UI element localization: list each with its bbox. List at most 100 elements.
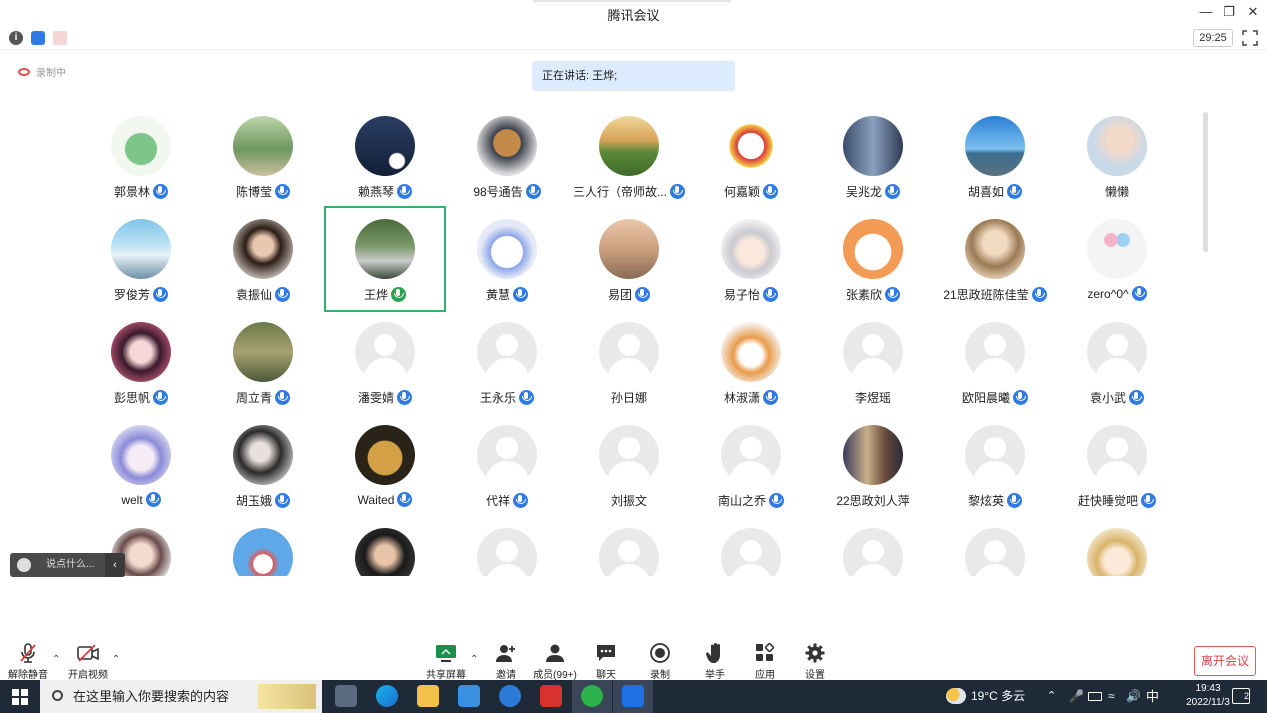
participant-tile[interactable]: 郭景林 (80, 112, 202, 215)
participant-tile[interactable]: 周立青 (202, 318, 324, 421)
participant-tile[interactable]: 懒懒 (1056, 112, 1178, 215)
cloudy-weather-icon[interactable] (946, 688, 966, 704)
participant-tile[interactable] (812, 524, 934, 576)
participant-tile[interactable] (1056, 524, 1178, 576)
taskbar-search-box[interactable]: 在这里输入你要搜索的内容 (40, 680, 322, 713)
participant-tile[interactable] (690, 524, 812, 576)
collapse-chevron-icon[interactable]: ‹ (105, 553, 125, 577)
participant-tile[interactable] (446, 524, 568, 576)
participant-name-row: welt (80, 492, 202, 507)
audio-options-chevron-icon[interactable]: ⌃ (52, 654, 60, 665)
participant-name: 易团 (607, 288, 632, 302)
participant-tile[interactable]: 罗俊芳 (80, 215, 202, 318)
participant-tile[interactable]: 袁小武 (1056, 318, 1178, 421)
chat-quick-input[interactable]: 说点什么... ‹ (10, 553, 125, 577)
participant-tile[interactable]: welt (80, 421, 202, 524)
participant-tile[interactable]: 21思政班陈佳莹 (934, 215, 1056, 318)
grid-scrollbar[interactable] (1203, 112, 1208, 252)
participant-tile[interactable] (568, 524, 690, 576)
mail-app-icon[interactable] (458, 685, 480, 707)
volume-icon[interactable]: 🔊 (1126, 680, 1141, 713)
avatar (111, 322, 171, 382)
close-icon[interactable]: ✕ (1243, 4, 1263, 20)
members-button[interactable]: 成员(99+) (529, 642, 581, 681)
weather-text[interactable]: 19°C 多云 (971, 680, 1025, 713)
participant-tile[interactable]: 潘雯婧 (324, 318, 446, 421)
ie-browser-icon[interactable] (499, 685, 521, 707)
share-options-chevron-icon[interactable]: ⌃ (470, 654, 478, 665)
participant-tile[interactable]: 胡喜如 (934, 112, 1056, 215)
share-screen-button[interactable]: 共享屏幕 (420, 642, 472, 681)
participant-name-row: 易子怡 (690, 286, 812, 303)
participant-tile[interactable]: 袁振仙 (202, 215, 324, 318)
file-explorer-icon[interactable] (417, 685, 439, 707)
participant-tile[interactable]: 赶快睡觉吧 (1056, 421, 1178, 524)
notification-center-icon[interactable]: 2 (1232, 688, 1250, 704)
fullscreen-icon[interactable] (1242, 30, 1258, 46)
participant-tile[interactable]: 张素欣 (812, 215, 934, 318)
participant-tile[interactable]: Waited (324, 421, 446, 524)
participant-tile[interactable]: 陈博莹 (202, 112, 324, 215)
participant-tile[interactable]: 王永乐 (446, 318, 568, 421)
wifi-icon[interactable]: ≈ (1108, 680, 1115, 713)
participant-tile[interactable]: 彭思帆 (80, 318, 202, 421)
raise-hand-button[interactable]: 举手 (689, 642, 741, 681)
taskview-app-icon[interactable] (335, 685, 357, 707)
edge-browser-icon[interactable] (376, 685, 398, 707)
chat-button[interactable]: 聊天 (580, 642, 632, 681)
participant-name-row: 98号通告 (446, 183, 568, 200)
apps-grid-icon (756, 642, 775, 661)
signal-icon[interactable] (53, 31, 67, 45)
participant-tile[interactable]: 吴兆龙 (812, 112, 934, 215)
participant-tile[interactable]: 欧阳晨曦 (934, 318, 1056, 421)
participant-tile[interactable] (934, 524, 1056, 576)
invite-button[interactable]: 邀请 (480, 642, 532, 681)
battery-icon[interactable] (1088, 692, 1102, 701)
participant-tile[interactable]: 林淑潇 (690, 318, 812, 421)
participant-tile[interactable]: 王烨 (324, 206, 446, 318)
participant-tile[interactable]: 易子怡 (690, 215, 812, 318)
taskbar-clock[interactable]: 19:43 2022/11/3 (1178, 682, 1238, 710)
participant-name: 林淑潇 (723, 391, 760, 405)
participant-tile[interactable]: zero^0^ (1056, 215, 1178, 318)
unmute-button[interactable]: 解除静音 (2, 642, 54, 681)
participant-tile[interactable]: 南山之乔 (690, 421, 812, 524)
participant-tile[interactable]: 22思政刘人萍 (812, 421, 934, 524)
participant-tile[interactable]: 李煜瑶 (812, 318, 934, 421)
participant-tile[interactable]: 易团 (568, 215, 690, 318)
avatar (599, 116, 659, 176)
participant-tile[interactable]: 代祥 (446, 421, 568, 524)
leave-meeting-button[interactable]: 离开会议 (1194, 646, 1256, 676)
participant-tile[interactable]: 三人行（帝师故... (568, 112, 690, 215)
tencent-meeting-taskbar-slot[interactable] (613, 680, 653, 713)
participant-tile[interactable] (324, 524, 446, 576)
record-button[interactable]: 录制 (634, 642, 686, 681)
avatar (599, 322, 659, 382)
participant-tile[interactable]: 98号通告 (446, 112, 568, 215)
participant-tile[interactable]: 黄慧 (446, 215, 568, 318)
participant-tile[interactable]: 黎炫英 (934, 421, 1056, 524)
restore-icon[interactable]: ❐ (1219, 4, 1239, 20)
participant-tile[interactable]: 孙日娜 (568, 318, 690, 421)
settings-button[interactable]: 设置 (789, 642, 841, 681)
participant-tile[interactable]: 胡玉娥 (202, 421, 324, 524)
emoji-icon[interactable] (17, 558, 31, 572)
wechat-taskbar-slot[interactable] (572, 680, 612, 713)
video-label: 开启视频 (68, 670, 108, 681)
shield-icon[interactable] (31, 31, 45, 45)
microphone-tray-icon[interactable]: 🎤 (1069, 680, 1084, 713)
participant-tile[interactable] (202, 524, 324, 576)
wps-office-icon[interactable] (540, 685, 562, 707)
apps-button[interactable]: 应用 (739, 642, 791, 681)
video-options-chevron-icon[interactable]: ⌃ (112, 654, 120, 665)
start-video-button[interactable]: 开启视频 (62, 642, 114, 681)
ime-indicator[interactable]: 中 (1146, 680, 1159, 713)
windows-start-icon[interactable] (12, 689, 28, 705)
chat-label: 聊天 (596, 670, 616, 681)
tray-expand-chevron-icon[interactable]: ⌃ (1047, 680, 1056, 713)
participant-tile[interactable]: 赖燕琴 (324, 112, 446, 215)
participant-tile[interactable]: 刘振文 (568, 421, 690, 524)
minimize-icon[interactable]: — (1196, 4, 1216, 19)
participant-tile[interactable]: 何嘉颖 (690, 112, 812, 215)
info-icon[interactable]: i (9, 31, 23, 45)
